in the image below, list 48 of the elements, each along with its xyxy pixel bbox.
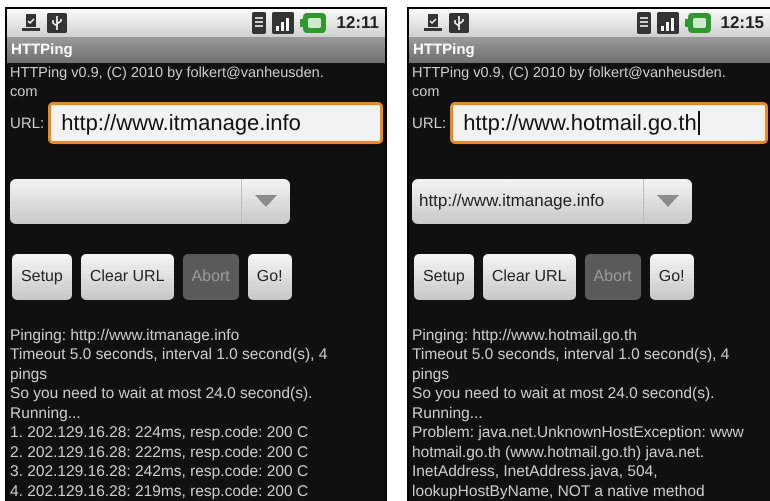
log-line: InetAddress, InetAddress.java, 504, [412, 462, 659, 482]
clock-time: 12:15 [720, 12, 764, 33]
url-label: URL: [10, 114, 44, 132]
url-history-dropdown[interactable] [10, 179, 290, 224]
log-line: pings [412, 364, 450, 384]
action-button[interactable]: Clear URL [80, 254, 174, 300]
about-text: com [411, 83, 440, 102]
usb-icon [47, 12, 67, 33]
action-button[interactable]: Clear URL [482, 254, 576, 300]
usb-icon [449, 12, 469, 33]
log-line: Pinging: http://www.hotmail.go.th [412, 326, 638, 345]
about-text: HTTPing v0.9, (C) 2010 by folkert@vanheusden. [411, 64, 727, 82]
log-line: 2. 202.129.16.28: 222ms, resp.code: 200 C [10, 442, 310, 462]
about-text: HTTPing v0.9, (C) 2010 by folkert@vanheusden. [9, 64, 325, 82]
url-history-dropdown[interactable]: http://www.itmanage.info [412, 179, 692, 224]
log-line: 3. 202.129.16.28: 242ms, resp.code: 200 C [10, 462, 310, 482]
log-line: 1. 202.129.16.28: 224ms, resp.code: 200 C [10, 423, 310, 442]
caret-icon [657, 195, 679, 208]
debug-icon [21, 12, 41, 33]
debug-icon [423, 12, 443, 33]
log-line: Pinging: http://www.itmanage.info [10, 326, 240, 345]
log-line: So you need to wait at most 24.0 second(s). [10, 384, 314, 404]
app-title-bar: HTTPing [7, 36, 385, 64]
url-input-field[interactable]: http://www.hotmail.go.th [450, 102, 768, 144]
battery-icon [300, 12, 326, 33]
action-button[interactable]: Setup [414, 254, 474, 300]
log-line: hotmail.go.th (www.hotmail.go.th) java.net. [412, 442, 706, 462]
log-line: 4. 202.129.16.28: 219ms, resp.code: 200 C [10, 482, 310, 501]
log-line: Problem: java.net.UnknownHostException: www [412, 423, 745, 442]
action-button[interactable]: Go! [650, 254, 694, 300]
log-line: So you need to wait at most 24.0 second(s). [412, 384, 716, 404]
url-input-field[interactable]: http://www.itmanage.info [48, 102, 383, 144]
url-label: URL: [412, 114, 446, 132]
log-line: pings [10, 364, 48, 384]
app-title-bar: HTTPing [409, 36, 770, 64]
action-button[interactable]: Setup [12, 254, 72, 300]
signal-icon [272, 12, 294, 34]
caret-icon [255, 195, 277, 208]
signal-icon [656, 12, 679, 34]
about-text: com [9, 83, 38, 102]
log-line: Timeout 5.0 seconds, interval 1.0 second(s), 4 [412, 345, 730, 364]
log-line: Timeout 5.0 seconds, interval 1.0 second(s), 4 [10, 345, 328, 364]
battery-icon [684, 12, 711, 33]
log-line: lookupHostByName, NOT a native method [412, 482, 706, 501]
log-line: Running... [412, 404, 484, 423]
clock-time: 12:11 [336, 12, 379, 33]
log-line: Running... [10, 404, 82, 423]
action-button[interactable]: Go! [248, 254, 292, 300]
